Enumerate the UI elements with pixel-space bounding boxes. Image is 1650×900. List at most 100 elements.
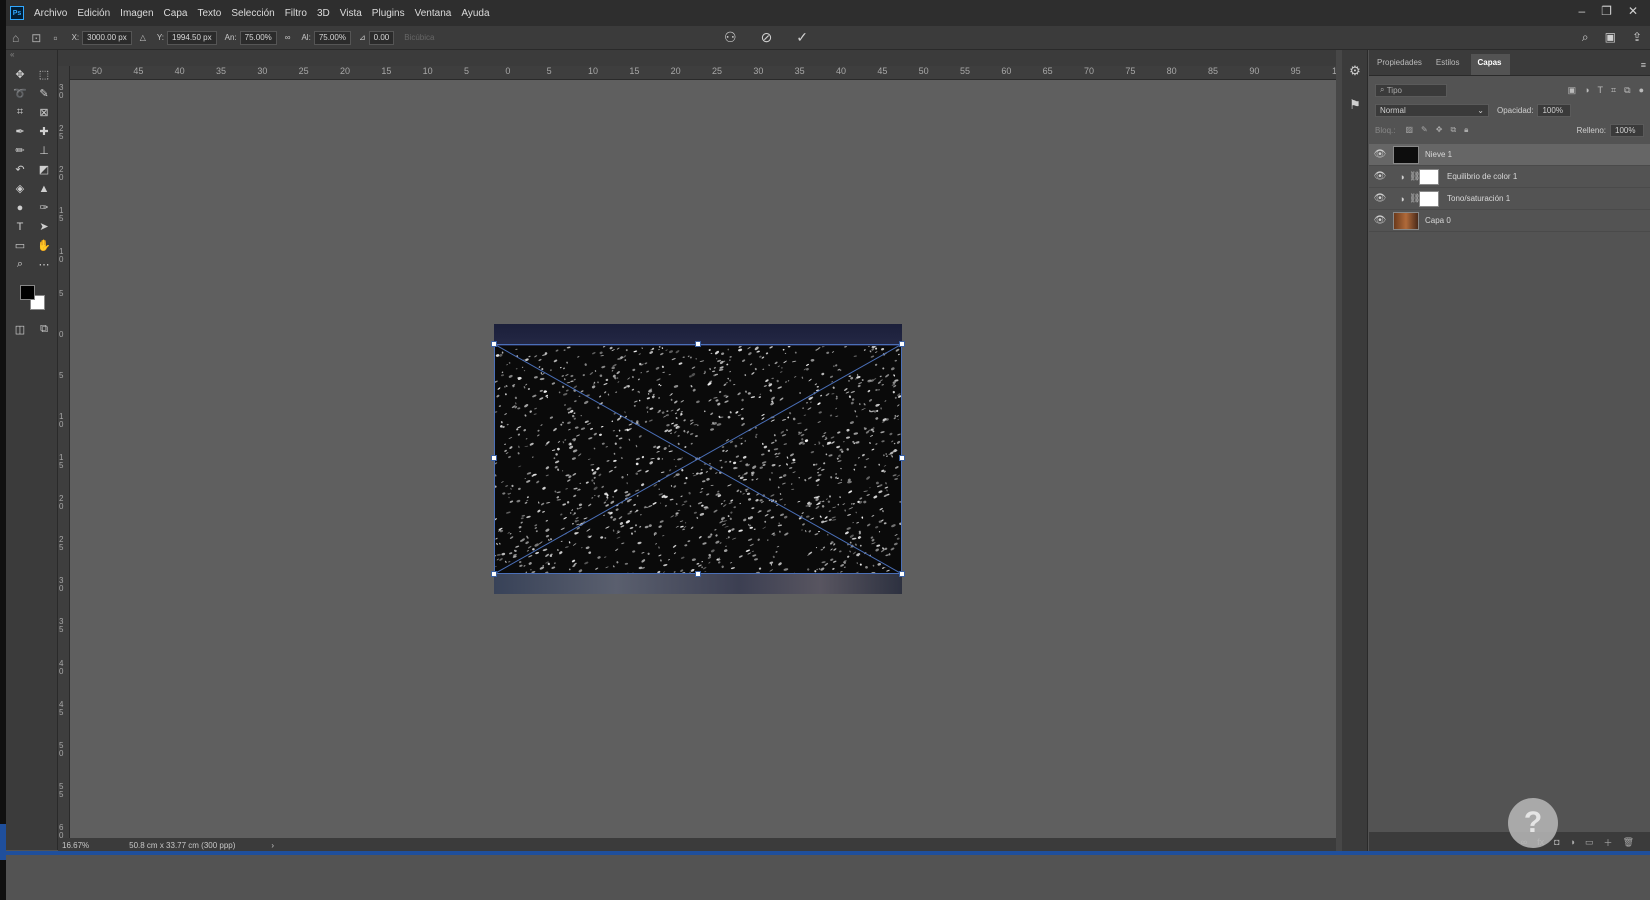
lasso-tool-icon[interactable]: ➰: [8, 85, 32, 102]
transform-handle-bottom[interactable]: [695, 571, 701, 577]
warp-icon[interactable]: ⚇: [724, 29, 737, 46]
history-panel-icon[interactable]: ⚙: [1342, 58, 1368, 84]
layer-row[interactable]: 👁︎ ◑ ⛓︎ Equilibrio de color 1: [1369, 166, 1650, 188]
zoom-level[interactable]: 16.67%: [62, 841, 89, 850]
transform-handle-right[interactable]: [899, 455, 905, 461]
healing-brush-tool-icon[interactable]: ✚: [32, 123, 56, 140]
horizontal-ruler[interactable]: 50 45 40 35 30 25 20 15 10 5 0 5 10 15 20 25 30 35 40 45 50 5…: [70, 66, 1347, 80]
menu-ventana[interactable]: Ventana: [415, 8, 452, 19]
type-tool-icon[interactable]: T: [8, 218, 32, 235]
tab-capas[interactable]: Capas: [1471, 54, 1510, 75]
filter-toggle-icon[interactable]: ●: [1639, 85, 1644, 96]
y-position-field[interactable]: 1994.50 px: [167, 30, 217, 45]
minimize-button[interactable]: –: [1578, 4, 1585, 18]
menu-edicion[interactable]: Edición: [77, 8, 110, 19]
search-icon[interactable]: ⌕: [1582, 30, 1589, 45]
opacity-field[interactable]: 100%: [1537, 103, 1572, 117]
delete-layer-icon[interactable]: 🗑︎: [1623, 837, 1634, 848]
layer-row[interactable]: 👁︎ ◑ ⛓︎ Tono/saturación 1: [1369, 188, 1650, 210]
transform-tool-icon[interactable]: ⊡: [31, 31, 41, 45]
share-icon[interactable]: ⇪: [1632, 30, 1642, 45]
transform-handle-top-left[interactable]: [491, 341, 497, 347]
transform-handle-top-right[interactable]: [899, 341, 905, 347]
zoom-tool-icon[interactable]: ⌕: [8, 256, 32, 273]
link-icon[interactable]: ∞: [285, 33, 291, 42]
close-button[interactable]: ✕: [1628, 4, 1638, 18]
pen-tool-icon[interactable]: ✑: [32, 199, 56, 216]
quick-select-tool-icon[interactable]: ✎: [32, 85, 56, 102]
hand-tool-icon[interactable]: ✋: [32, 237, 56, 254]
paint-bucket-tool-icon[interactable]: ◈: [8, 180, 32, 197]
home-icon[interactable]: ⌂: [12, 31, 19, 45]
adjustments-panel-icon[interactable]: ⚑: [1342, 92, 1368, 118]
lock-position-icon[interactable]: ✥: [1436, 125, 1443, 135]
height-field[interactable]: 75.00%: [313, 30, 351, 45]
lock-artboard-icon[interactable]: ⧉: [1450, 125, 1456, 135]
move-tool-icon[interactable]: ✥: [8, 66, 32, 83]
canvas-area[interactable]: [70, 80, 1336, 840]
lock-pixels-icon[interactable]: ✎: [1421, 125, 1428, 135]
visibility-eye-icon[interactable]: 👁︎: [1369, 171, 1391, 182]
restore-button[interactable]: ❐: [1601, 4, 1612, 18]
menu-ayuda[interactable]: Ayuda: [461, 8, 489, 19]
stamp-tool-icon[interactable]: ⊥: [32, 142, 56, 159]
interpolation-label[interactable]: Bicúbica: [404, 33, 434, 42]
transform-handle-bottom-right[interactable]: [899, 571, 905, 577]
status-menu-arrow[interactable]: ›: [271, 841, 274, 850]
new-adjustment-icon[interactable]: ◑: [1570, 837, 1575, 847]
menu-3d[interactable]: 3D: [317, 8, 330, 19]
menu-plugins[interactable]: Plugins: [372, 8, 405, 19]
commit-transform-icon[interactable]: ✓: [796, 29, 808, 46]
new-group-icon[interactable]: ▭: [1585, 837, 1594, 848]
lock-all-icon[interactable]: 🔒︎: [1464, 125, 1468, 135]
menu-capa[interactable]: Capa: [164, 8, 188, 19]
chain-link-icon[interactable]: ⛓︎: [1409, 193, 1420, 204]
panel-menu-icon[interactable]: ≡: [1641, 60, 1646, 70]
frame-tool-icon[interactable]: ⊠: [32, 104, 56, 121]
filter-pixel-icon[interactable]: ▣: [1568, 85, 1577, 96]
eyedropper-tool-icon[interactable]: ✒: [8, 123, 32, 140]
menu-archivo[interactable]: Archivo: [34, 8, 67, 19]
quick-mask-icon[interactable]: ◫: [8, 321, 32, 338]
fill-field[interactable]: 100%: [1610, 123, 1644, 137]
new-layer-icon[interactable]: ＋: [1604, 836, 1613, 849]
tab-estilos[interactable]: Estilos: [1434, 54, 1468, 75]
layer-row[interactable]: 👁︎ Capa 0: [1369, 210, 1650, 232]
marquee-tool-icon[interactable]: ⬚: [32, 66, 56, 83]
tab-propiedades[interactable]: Propiedades: [1375, 54, 1430, 75]
cancel-transform-icon[interactable]: ⊘: [761, 29, 773, 46]
free-transform-box[interactable]: [491, 341, 905, 577]
filter-shape-icon[interactable]: ⌗: [1611, 85, 1616, 96]
lock-transparency-icon[interactable]: ▨: [1405, 125, 1413, 135]
transform-handle-left[interactable]: [491, 455, 497, 461]
delta-icon[interactable]: △: [140, 33, 146, 42]
blend-mode-select[interactable]: Normal ⌄: [1375, 103, 1489, 117]
crop-tool-icon[interactable]: ⌗: [8, 104, 32, 121]
vertical-ruler[interactable]: 3 0 2 5 2 0 1 5 1 0 5 0 5 1 0 1 5 2 0 2 5 3 0 3 5 4 0 4…: [58, 66, 70, 840]
chain-link-icon[interactable]: ⛓︎: [1409, 171, 1420, 182]
menu-imagen[interactable]: Imagen: [120, 8, 153, 19]
toolbar-collapse-icon[interactable]: «: [6, 50, 57, 62]
rectangle-tool-icon[interactable]: ▭: [8, 237, 32, 254]
visibility-eye-icon[interactable]: 👁︎: [1369, 215, 1391, 226]
blur-tool-icon[interactable]: ▲: [32, 180, 56, 197]
eraser-tool-icon[interactable]: ◩: [32, 161, 56, 178]
history-brush-tool-icon[interactable]: ↶: [8, 161, 32, 178]
more-tools-icon[interactable]: ⋯: [32, 256, 56, 273]
filter-type-icon[interactable]: T: [1598, 85, 1604, 96]
brush-tool-icon[interactable]: ✏: [8, 142, 32, 159]
width-field[interactable]: 75.00%: [239, 30, 277, 45]
filter-smart-icon[interactable]: ⧉: [1624, 85, 1630, 96]
menu-vista[interactable]: Vista: [340, 8, 362, 19]
workspace-icon[interactable]: ▣: [1605, 30, 1616, 45]
visibility-eye-icon[interactable]: 👁︎: [1369, 149, 1391, 160]
dodge-tool-icon[interactable]: ●: [8, 199, 32, 216]
layer-row[interactable]: 👁︎ Nieve 1: [1369, 144, 1650, 166]
foreground-color-swatch[interactable]: [20, 285, 35, 300]
screen-mode-icon[interactable]: ⧉: [32, 321, 56, 338]
menu-seleccion[interactable]: Selección: [231, 8, 274, 19]
layer-filter-select[interactable]: ⌕ Tipo: [1375, 83, 1447, 97]
transform-handle-top[interactable]: [695, 341, 701, 347]
path-select-tool-icon[interactable]: ➤: [32, 218, 56, 235]
angle-field[interactable]: 0.00: [368, 30, 395, 45]
